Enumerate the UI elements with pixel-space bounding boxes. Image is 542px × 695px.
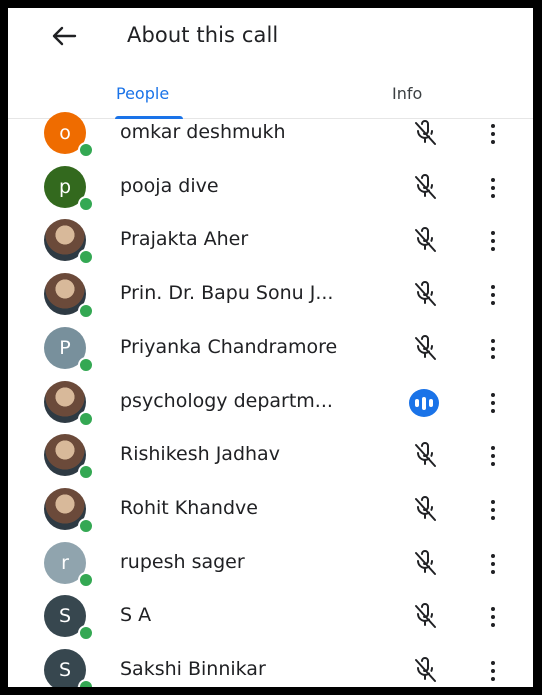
participant-row[interactable]: Prin. Dr. Bapu Sonu J... [8,267,533,321]
participant-name: Priyanka Chandramore [120,336,338,358]
mic-off-icon[interactable] [410,548,440,578]
online-status-dot [78,303,94,319]
online-status-dot [78,679,94,687]
more-options-icon[interactable] [488,496,498,524]
mic-off-icon[interactable] [410,118,440,148]
tab-people[interactable]: People [116,84,169,103]
participant-name: pooja dive [120,175,219,197]
mic-off-icon[interactable] [410,494,440,524]
more-options-icon[interactable] [488,389,498,417]
participant-row[interactable]: Rishikesh Jadhav [8,428,533,482]
online-status-dot [78,464,94,480]
online-status-dot [78,142,94,158]
speaking-indicator-icon [409,389,439,417]
arrow-back-icon[interactable] [48,22,80,50]
participant-name: Prin. Dr. Bapu Sonu J... [120,282,334,304]
more-options-icon[interactable] [488,550,498,578]
more-options-icon[interactable] [488,603,498,631]
online-status-dot [78,357,94,373]
participant-row[interactable]: p pooja dive [8,160,533,214]
more-options-icon[interactable] [488,174,498,202]
mic-off-icon[interactable] [410,333,440,363]
mic-off-icon[interactable] [410,601,440,631]
more-options-icon[interactable] [488,442,498,470]
more-options-icon[interactable] [488,657,498,685]
mic-off-icon[interactable] [410,655,440,685]
more-options-icon[interactable] [488,281,498,309]
participant-name: Prajakta Aher [120,228,249,250]
participant-row[interactable]: P Priyanka Chandramore [8,321,533,375]
online-status-dot [78,518,94,534]
call-details-panel: About this call People Info o omkar deshm… [8,8,533,687]
participant-row[interactable]: SS A [8,589,533,643]
participant-row[interactable]: o omkar deshmukh [8,106,533,160]
mic-off-icon[interactable] [410,172,440,202]
participant-row[interactable]: S Sakshi Binnikar [8,643,533,687]
more-options-icon[interactable] [488,227,498,255]
more-options-icon[interactable] [488,335,498,363]
more-options-icon[interactable] [488,120,498,148]
participant-name: psychology departm... [120,390,333,412]
participant-row[interactable]: Rohit Khandve [8,482,533,536]
mic-off-icon[interactable] [410,225,440,255]
online-status-dot [78,411,94,427]
participant-row[interactable]: Prajakta Aher [8,213,533,267]
participant-name: rupesh sager [120,551,245,573]
participant-name: Rohit Khandve [120,497,258,519]
page-title: About this call [127,23,279,47]
participant-row[interactable]: r rupesh sager [8,536,533,590]
online-status-dot [78,249,94,265]
participant-name: S A [120,604,152,626]
participant-row[interactable]: psychology departm... [8,375,533,429]
tab-info[interactable]: Info [392,84,422,103]
app-bar: About this call [8,8,533,64]
online-status-dot [78,196,94,212]
mic-off-icon[interactable] [410,279,440,309]
participant-name: Rishikesh Jadhav [120,443,280,465]
online-status-dot [78,572,94,588]
participant-name: Sakshi Binnikar [120,658,266,680]
online-status-dot [78,625,94,641]
participant-name: omkar deshmukh [120,121,286,143]
mic-off-icon[interactable] [410,440,440,470]
